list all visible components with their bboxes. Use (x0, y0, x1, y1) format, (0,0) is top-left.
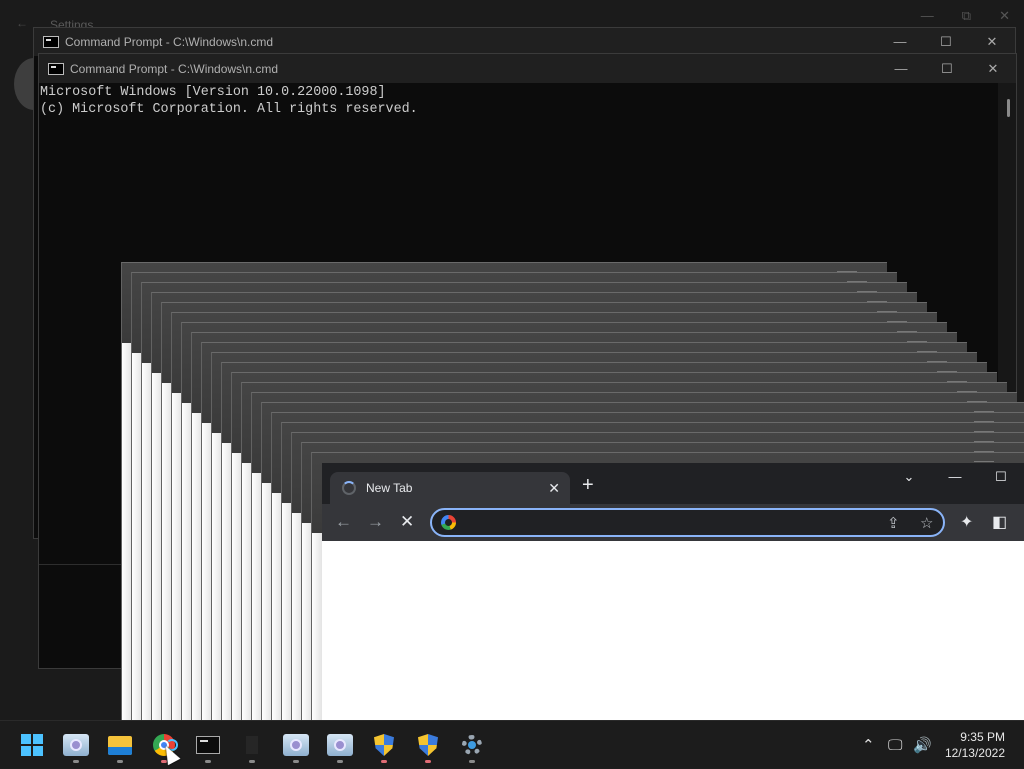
disk-image-icon (283, 734, 309, 756)
ghost-window-hint (974, 461, 994, 462)
cmd-icon (43, 36, 59, 48)
windows-logo-icon (21, 734, 43, 756)
omnibox[interactable]: ⇪ ☆ (430, 508, 945, 537)
google-icon (441, 515, 456, 530)
tab-new-tab[interactable]: New Tab ✕ (330, 472, 570, 504)
scroll-thumb[interactable] (1007, 99, 1010, 117)
cmd-back-close-button[interactable]: ✕ (969, 34, 1015, 50)
taskbar-settings[interactable] (452, 725, 492, 765)
network-icon[interactable]: 🖵 (888, 721, 902, 769)
taskbar-disk-app-3[interactable] (320, 725, 360, 765)
console-line: Microsoft Windows [Version 10.0.22000.10… (40, 85, 386, 100)
tab-title: New Tab (366, 481, 413, 495)
stop-button[interactable]: ✕ (400, 512, 414, 532)
running-indicator (117, 760, 123, 763)
tray-chevron-icon[interactable]: ⌃ (862, 721, 875, 769)
bookmark-star-icon[interactable]: ☆ (920, 514, 933, 532)
console-output[interactable]: Microsoft Windows [Version 10.0.22000.10… (39, 83, 998, 118)
cmd-icon (48, 62, 64, 75)
folder-icon (108, 735, 132, 755)
cmd-back-titlebar[interactable]: Command Prompt - C:\Windows\n.cmd — ☐ ✕ (34, 28, 1015, 56)
chrome-minimize-button[interactable]: — (932, 469, 978, 485)
taskbar-shield-app[interactable] (364, 725, 404, 765)
cmd-back-minimize-button[interactable]: — (877, 34, 923, 50)
cmd-back-controls: — ☐ ✕ (877, 34, 1015, 50)
taskbar-disk-app-2[interactable] (276, 725, 316, 765)
console-line: (c) Microsoft Corporation. All rights re… (40, 101, 418, 117)
extensions-icon[interactable]: ✦ (960, 512, 973, 532)
taskbar-disk-app[interactable] (56, 725, 96, 765)
taskbar-shield-app-2[interactable] (408, 725, 448, 765)
settings-close-button[interactable]: ✕ (999, 8, 1010, 24)
omnibox-input[interactable] (464, 513, 868, 535)
cmd-back-maximize-button[interactable]: ☐ (923, 34, 969, 50)
gear-icon (462, 735, 482, 755)
loading-spinner-icon (342, 481, 356, 495)
tab-search-button[interactable]: ⌄ (886, 469, 932, 485)
disk-image-icon (327, 734, 353, 756)
settings-minimize-button[interactable]: — (921, 8, 934, 24)
cmd-front-controls: — ☐ ✕ (878, 61, 1016, 77)
back-arrow-icon[interactable]: ← (16, 16, 28, 30)
taskbar: ⌃ 🖵 🔊 9:35 PM 12/13/2022 (0, 720, 1024, 768)
cmd-front-maximize-button[interactable]: ☐ (924, 61, 970, 77)
cmd-front-title: Command Prompt - C:\Windows\n.cmd (70, 61, 279, 76)
disk-image-icon (63, 734, 89, 756)
uac-shield-icon (418, 734, 438, 756)
settings-window-controls: — ⧉ ✕ (921, 8, 1010, 24)
chrome-toolbar: ← → ✕ ⇪ ☆ ✦ ◧ (322, 504, 1024, 541)
terminal-icon (196, 736, 220, 754)
cmd-front-titlebar[interactable]: Command Prompt - C:\Windows\n.cmd — ☐ ✕ (39, 54, 1016, 83)
forward-button[interactable]: → (367, 512, 384, 532)
clock-date: 12/13/2022 (944, 746, 1005, 760)
running-indicator (381, 760, 387, 763)
cmd-back-title: Command Prompt - C:\Windows\n.cmd (65, 35, 274, 49)
side-panel-icon[interactable]: ◧ (992, 512, 1007, 532)
blank-app-icon (246, 736, 258, 754)
cmd-front-minimize-button[interactable]: — (878, 61, 924, 77)
tab-close-button[interactable]: ✕ (548, 480, 560, 497)
chrome-maximize-button[interactable]: ☐ (978, 469, 1024, 485)
running-indicator (425, 760, 431, 763)
chrome-window[interactable]: New Tab ✕ + ⌄ — ☐ ← → ✕ ⇪ ☆ ✦ ◧ (322, 463, 1024, 720)
cmd-front-close-button[interactable]: ✕ (970, 61, 1016, 77)
running-indicator (293, 760, 299, 763)
new-tab-button[interactable]: + (582, 475, 594, 495)
running-indicator (73, 760, 79, 763)
clock[interactable]: 9:35 PM 12/13/2022 (945, 729, 1005, 761)
running-indicator (205, 760, 211, 763)
chrome-tabstrip[interactable]: New Tab ✕ + ⌄ — ☐ (322, 463, 1024, 504)
taskbar-terminal[interactable] (188, 725, 228, 765)
start-button[interactable] (12, 725, 52, 765)
taskbar-file-explorer[interactable] (100, 725, 140, 765)
chrome-window-controls: ⌄ — ☐ (886, 469, 1024, 485)
running-indicator (249, 760, 255, 763)
share-icon[interactable]: ⇪ (887, 514, 900, 532)
taskbar-blank-app[interactable] (232, 725, 272, 765)
clock-time: 9:35 PM (960, 730, 1005, 744)
running-indicator (337, 760, 343, 763)
settings-restore-button[interactable]: ⧉ (962, 8, 971, 24)
running-indicator (469, 760, 475, 763)
back-button[interactable]: ← (335, 512, 352, 532)
uac-shield-icon (374, 734, 394, 756)
volume-icon[interactable]: 🔊 (913, 721, 932, 769)
